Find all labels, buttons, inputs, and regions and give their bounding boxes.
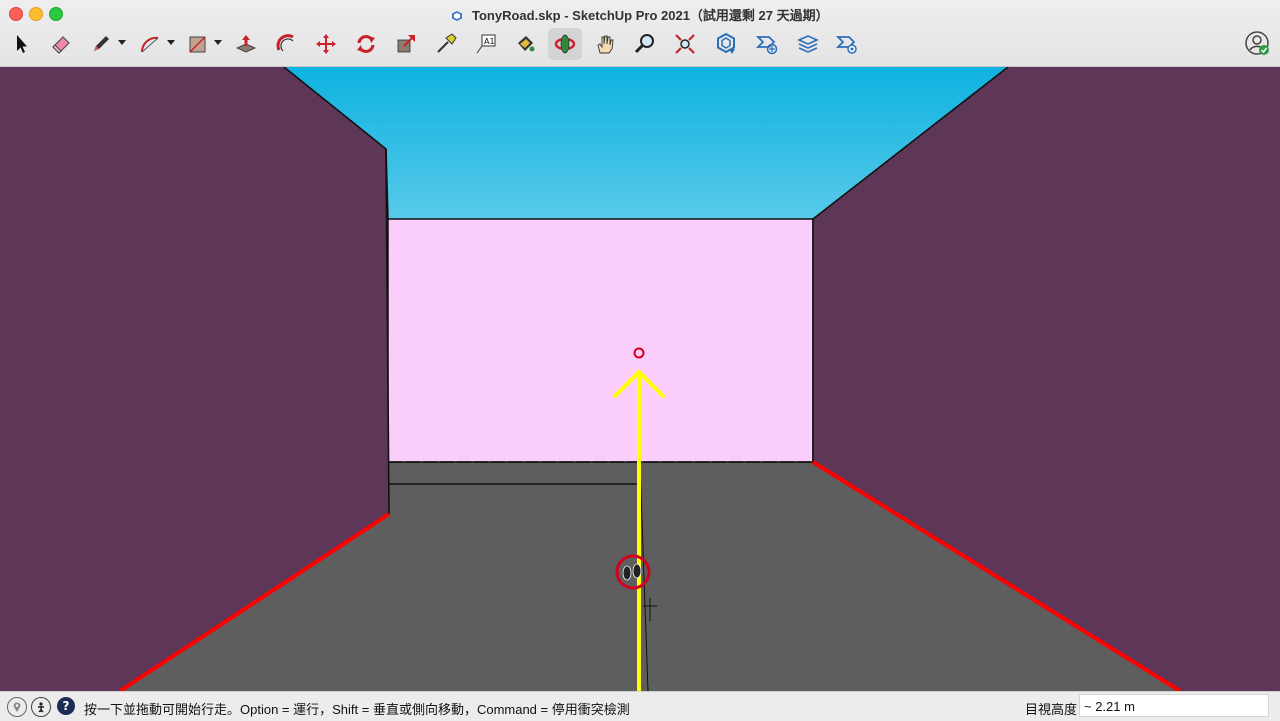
rotate-tool[interactable] (349, 28, 383, 60)
rectangle-tool[interactable] (180, 28, 214, 60)
rectangle-icon (189, 36, 206, 53)
select-tool[interactable] (5, 28, 39, 60)
arc-tool[interactable] (133, 28, 167, 60)
scale-tool[interactable] (389, 28, 423, 60)
extension-warehouse-icon (755, 36, 778, 55)
orbit-icon (554, 34, 576, 54)
location-pin-icon[interactable] (7, 697, 27, 717)
eraser-tool[interactable] (44, 28, 78, 60)
user-profile-icon[interactable] (1244, 30, 1270, 56)
pencil-icon (94, 36, 109, 51)
push-pull-icon (236, 35, 256, 53)
arrow-cursor-icon (17, 35, 27, 53)
extension-manager-icon (835, 36, 857, 54)
sketchup-window: TonyRoad.skp - SketchUp Pro 2021（試用還剩 27… (0, 0, 1280, 721)
3d-warehouse-icon (717, 32, 735, 54)
paint-bucket-tool[interactable] (508, 28, 542, 60)
svg-text:A1: A1 (484, 37, 495, 46)
line-tool-dropdown-caret[interactable] (118, 40, 126, 45)
offset-tool[interactable] (269, 28, 303, 60)
rotate-icon (357, 35, 375, 53)
arc-tool-dropdown-caret[interactable] (167, 40, 175, 45)
layout-send-tool[interactable] (791, 28, 825, 60)
send-to-layout-icon (797, 35, 819, 53)
warehouse-tool[interactable] (709, 28, 743, 60)
main-toolbar: A1 (0, 26, 1280, 64)
extension-manager-tool[interactable] (830, 28, 864, 60)
line-tool[interactable] (84, 28, 118, 60)
help-icon[interactable]: ? (57, 697, 75, 715)
text-tool[interactable]: A1 (469, 28, 503, 60)
text-a1-icon: A1 (476, 34, 496, 54)
scale-icon (397, 35, 415, 53)
sketchup-doc-icon (452, 11, 463, 21)
extension-warehouse-tool[interactable] (750, 28, 784, 60)
window-title-bar: TonyRoad.skp - SketchUp Pro 2021（試用還剩 27… (0, 5, 1280, 24)
eye-height-input[interactable]: ~ 2.21 m (1079, 694, 1269, 717)
scene-drawing (0, 67, 1280, 691)
zoom-tool[interactable] (628, 28, 662, 60)
instructor-icon[interactable] (31, 697, 51, 717)
eraser-icon (52, 36, 70, 54)
magnifier-icon (634, 34, 654, 54)
zoom-extents-icon (675, 34, 695, 54)
offset-icon (276, 34, 294, 52)
move-arrows-icon (316, 34, 336, 54)
status-message: 按一下並拖動可開始行走。Option = 運行，Shift = 垂直或側向移動，… (84, 702, 630, 717)
arc-icon (140, 36, 159, 53)
model-viewport[interactable] (0, 67, 1280, 691)
tape-measure-icon (437, 33, 457, 53)
paint-bucket-icon (518, 36, 535, 52)
back-wall-face[interactable] (387, 218, 814, 463)
pan-tool[interactable] (588, 28, 622, 60)
title-toolbar-area: TonyRoad.skp - SketchUp Pro 2021（試用還剩 27… (0, 0, 1280, 67)
status-bar: ? 按一下並拖動可開始行走。Option = 運行，Shift = 垂直或側向移… (0, 691, 1280, 721)
rectangle-tool-dropdown-caret[interactable] (214, 40, 222, 45)
tape-measure-tool[interactable] (429, 28, 463, 60)
push-pull-tool[interactable] (229, 28, 263, 60)
zoom-extents-tool[interactable] (668, 28, 702, 60)
window-title: TonyRoad.skp - SketchUp Pro 2021（試用還剩 27… (472, 8, 829, 23)
hand-icon (597, 35, 614, 54)
eye-height-label: 目視高度 (1025, 702, 1078, 717)
move-tool[interactable] (309, 28, 343, 60)
orbit-tool[interactable] (548, 28, 582, 60)
